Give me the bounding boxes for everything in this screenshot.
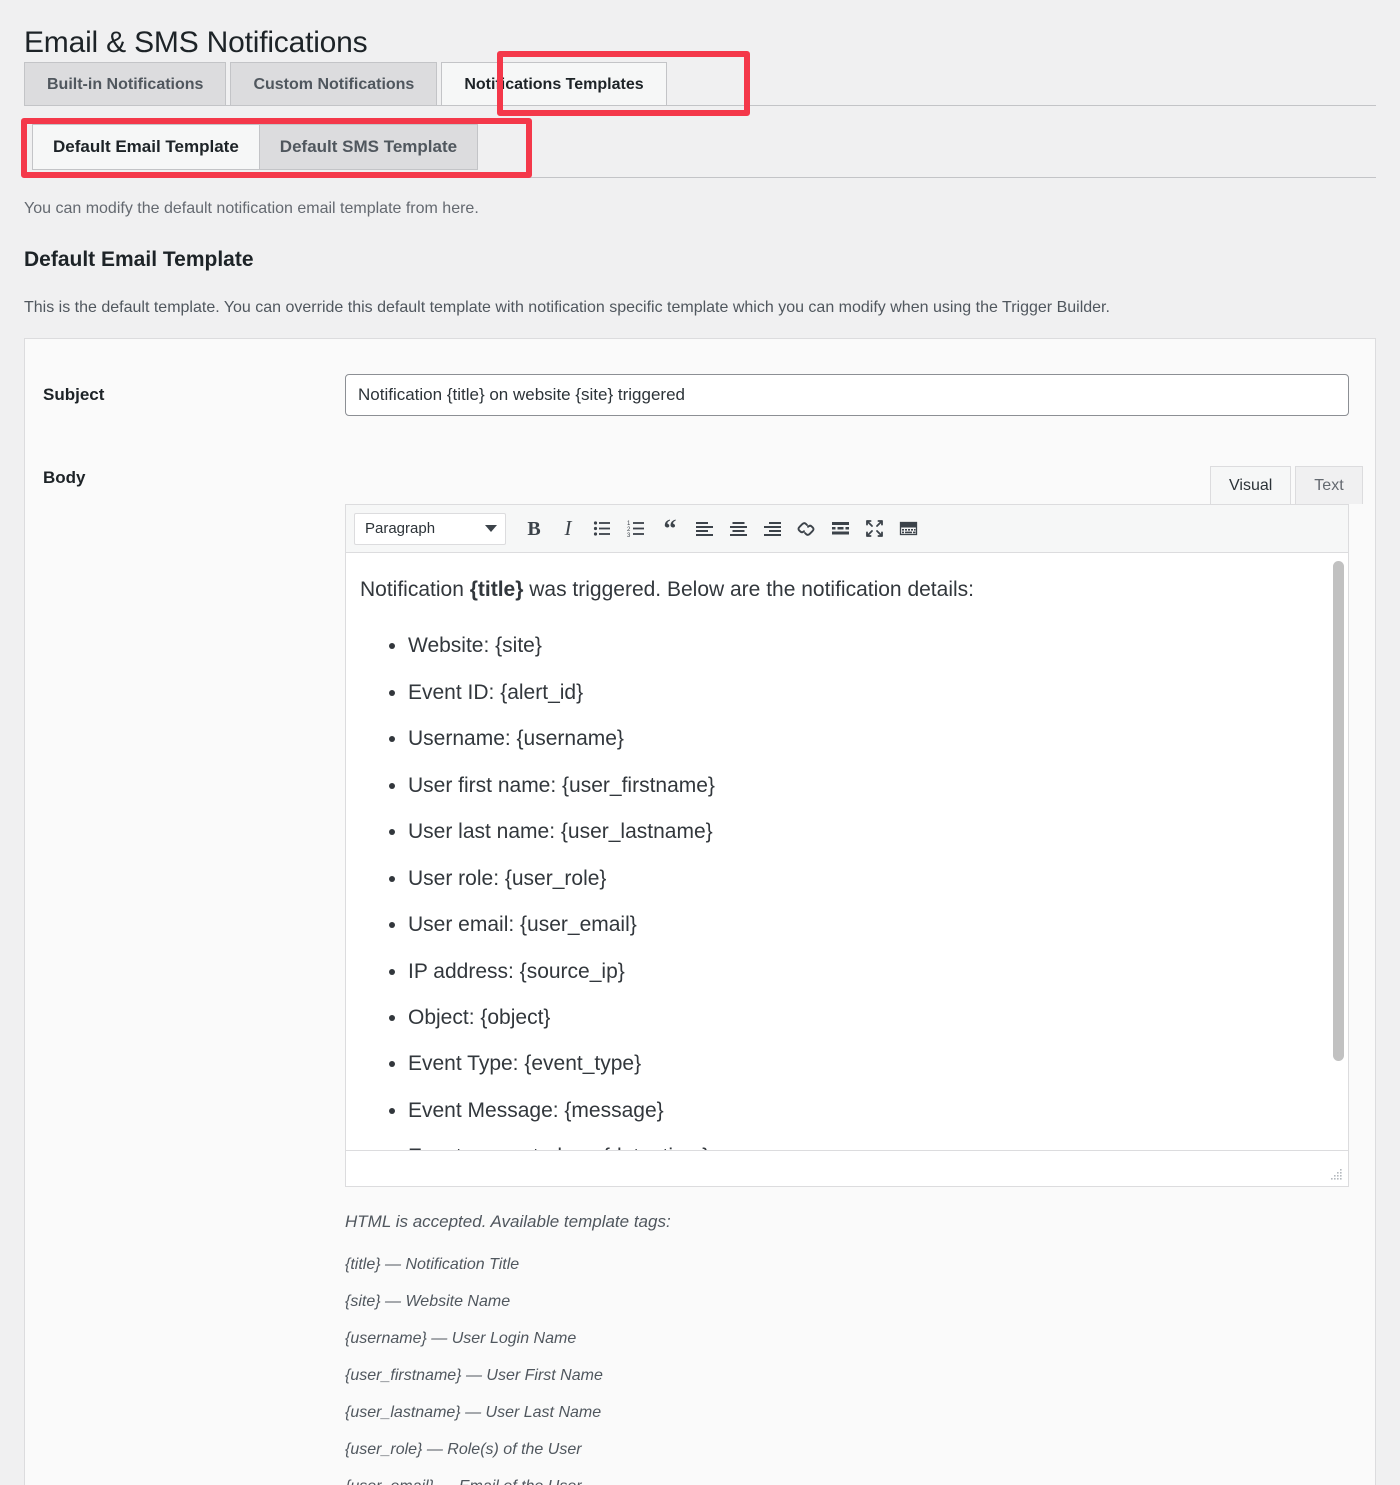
subtab-label: Default SMS Template <box>279 137 458 156</box>
format-select-value: Paragraph <box>365 520 436 537</box>
section-description: This is the default template. You can ov… <box>24 299 1110 316</box>
lead-title-token: {title} <box>469 578 524 601</box>
subtab-row-divider <box>24 177 1376 178</box>
template-tags-heading: HTML is accepted. Available template tag… <box>345 1212 671 1231</box>
mode-tab-label: Text <box>1314 476 1344 494</box>
list-item: Website: {site} <box>408 631 1320 661</box>
italic-icon[interactable]: I <box>552 513 584 545</box>
lead-text-after: was triggered. Below are the notificatio… <box>523 578 974 601</box>
lead-text-before: Notification <box>360 578 470 601</box>
primary-tab-row: Built-in Notifications Custom Notificati… <box>24 62 667 106</box>
body-editor: Paragraph B I 1 2 3 “ Notification {titl… <box>345 504 1349 1187</box>
editor-toolbar: Paragraph B I 1 2 3 “ <box>346 505 1348 553</box>
list-item: IP address: {source_ip} <box>408 957 1320 987</box>
tab-visual-editor[interactable]: Visual <box>1210 466 1292 504</box>
tab-built-in-notifications[interactable]: Built-in Notifications <box>24 62 227 106</box>
template-tags-list: {title} — Notification Title {site} — We… <box>345 1256 1245 1485</box>
subtab-default-sms-template[interactable]: Default SMS Template <box>259 124 479 170</box>
editor-content-area[interactable]: Notification {title} was triggered. Belo… <box>346 553 1348 1150</box>
tab-label: Notifications Templates <box>464 75 644 93</box>
align-center-icon[interactable] <box>722 513 754 545</box>
template-tag-line: {username} — User Login Name <box>345 1330 577 1347</box>
list-item: User role: {user_role} <box>408 864 1320 894</box>
list-item: Event generated on: {date_time} <box>408 1142 1320 1150</box>
mode-tab-label: Visual <box>1229 476 1273 494</box>
tab-text-editor[interactable]: Text <box>1295 466 1363 504</box>
blockquote-icon[interactable]: “ <box>654 513 686 545</box>
tab-label: Built-in Notifications <box>47 75 204 93</box>
notification-details-list: Website: {site} Event ID: {alert_id} Use… <box>360 631 1320 1150</box>
subtab-default-email-template[interactable]: Default Email Template <box>32 124 260 170</box>
read-more-icon[interactable] <box>824 513 856 545</box>
toolbar-toggle-icon[interactable] <box>892 513 924 545</box>
list-item: User first name: {user_firstname} <box>408 771 1320 801</box>
fullscreen-icon[interactable] <box>858 513 890 545</box>
editor-rich-text[interactable]: Notification {title} was triggered. Belo… <box>346 553 1348 1150</box>
template-tag-line: {user_role} — Role(s) of the User <box>345 1441 582 1458</box>
paragraph-format-select[interactable]: Paragraph <box>354 512 506 545</box>
tab-row-divider <box>24 105 1376 106</box>
tab-label: Custom Notifications <box>253 75 415 93</box>
align-left-icon[interactable] <box>688 513 720 545</box>
tab-custom-notifications[interactable]: Custom Notifications <box>230 62 438 106</box>
list-item: User email: {user_email} <box>408 910 1320 940</box>
subject-input[interactable] <box>345 374 1349 416</box>
template-tag-line: {user_email} — Email of the User <box>345 1478 1245 1485</box>
intro-text: You can modify the default notification … <box>24 200 479 217</box>
subject-label: Subject <box>43 385 105 404</box>
bold-icon[interactable]: B <box>518 513 550 545</box>
list-item: Event Type: {event_type} <box>408 1049 1320 1079</box>
link-icon[interactable] <box>790 513 822 545</box>
editor-scrollbar-thumb[interactable] <box>1333 561 1344 1061</box>
secondary-tab-row: Default Email Template Default SMS Templ… <box>32 124 479 170</box>
list-item: Event Message: {message} <box>408 1096 1320 1126</box>
editor-status-bar <box>346 1150 1348 1186</box>
list-item: Username: {username} <box>408 724 1320 754</box>
list-item: Object: {object} <box>408 1003 1320 1033</box>
page-title: Email & SMS Notifications <box>24 26 368 60</box>
list-item: User last name: {user_lastname} <box>408 817 1320 847</box>
editor-mode-tabs: Visual Text <box>1210 466 1363 504</box>
template-tag-line: {user_lastname} — User Last Name <box>345 1404 602 1421</box>
chevron-down-icon <box>485 525 497 532</box>
body-label: Body <box>43 468 86 487</box>
template-tag-line: {user_firstname} — User First Name <box>345 1367 603 1384</box>
list-item: Event ID: {alert_id} <box>408 678 1320 708</box>
editor-resize-handle[interactable] <box>1328 1167 1344 1183</box>
editor-lead-paragraph: Notification {title} was triggered. Belo… <box>360 575 1320 605</box>
tab-notifications-templates[interactable]: Notifications Templates <box>441 62 667 106</box>
numbered-list-icon[interactable]: 1 2 3 <box>620 513 652 545</box>
template-tag-line: {site} — Website Name <box>345 1293 511 1310</box>
align-right-icon[interactable] <box>756 513 788 545</box>
svg-text:3: 3 <box>627 533 631 538</box>
section-heading: Default Email Template <box>24 248 254 271</box>
template-tag-line: {title} — Notification Title <box>345 1256 520 1273</box>
settings-page: Email & SMS Notifications Built-in Notif… <box>0 0 1400 1485</box>
bulleted-list-icon[interactable] <box>586 513 618 545</box>
subtab-label: Default Email Template <box>53 137 239 156</box>
